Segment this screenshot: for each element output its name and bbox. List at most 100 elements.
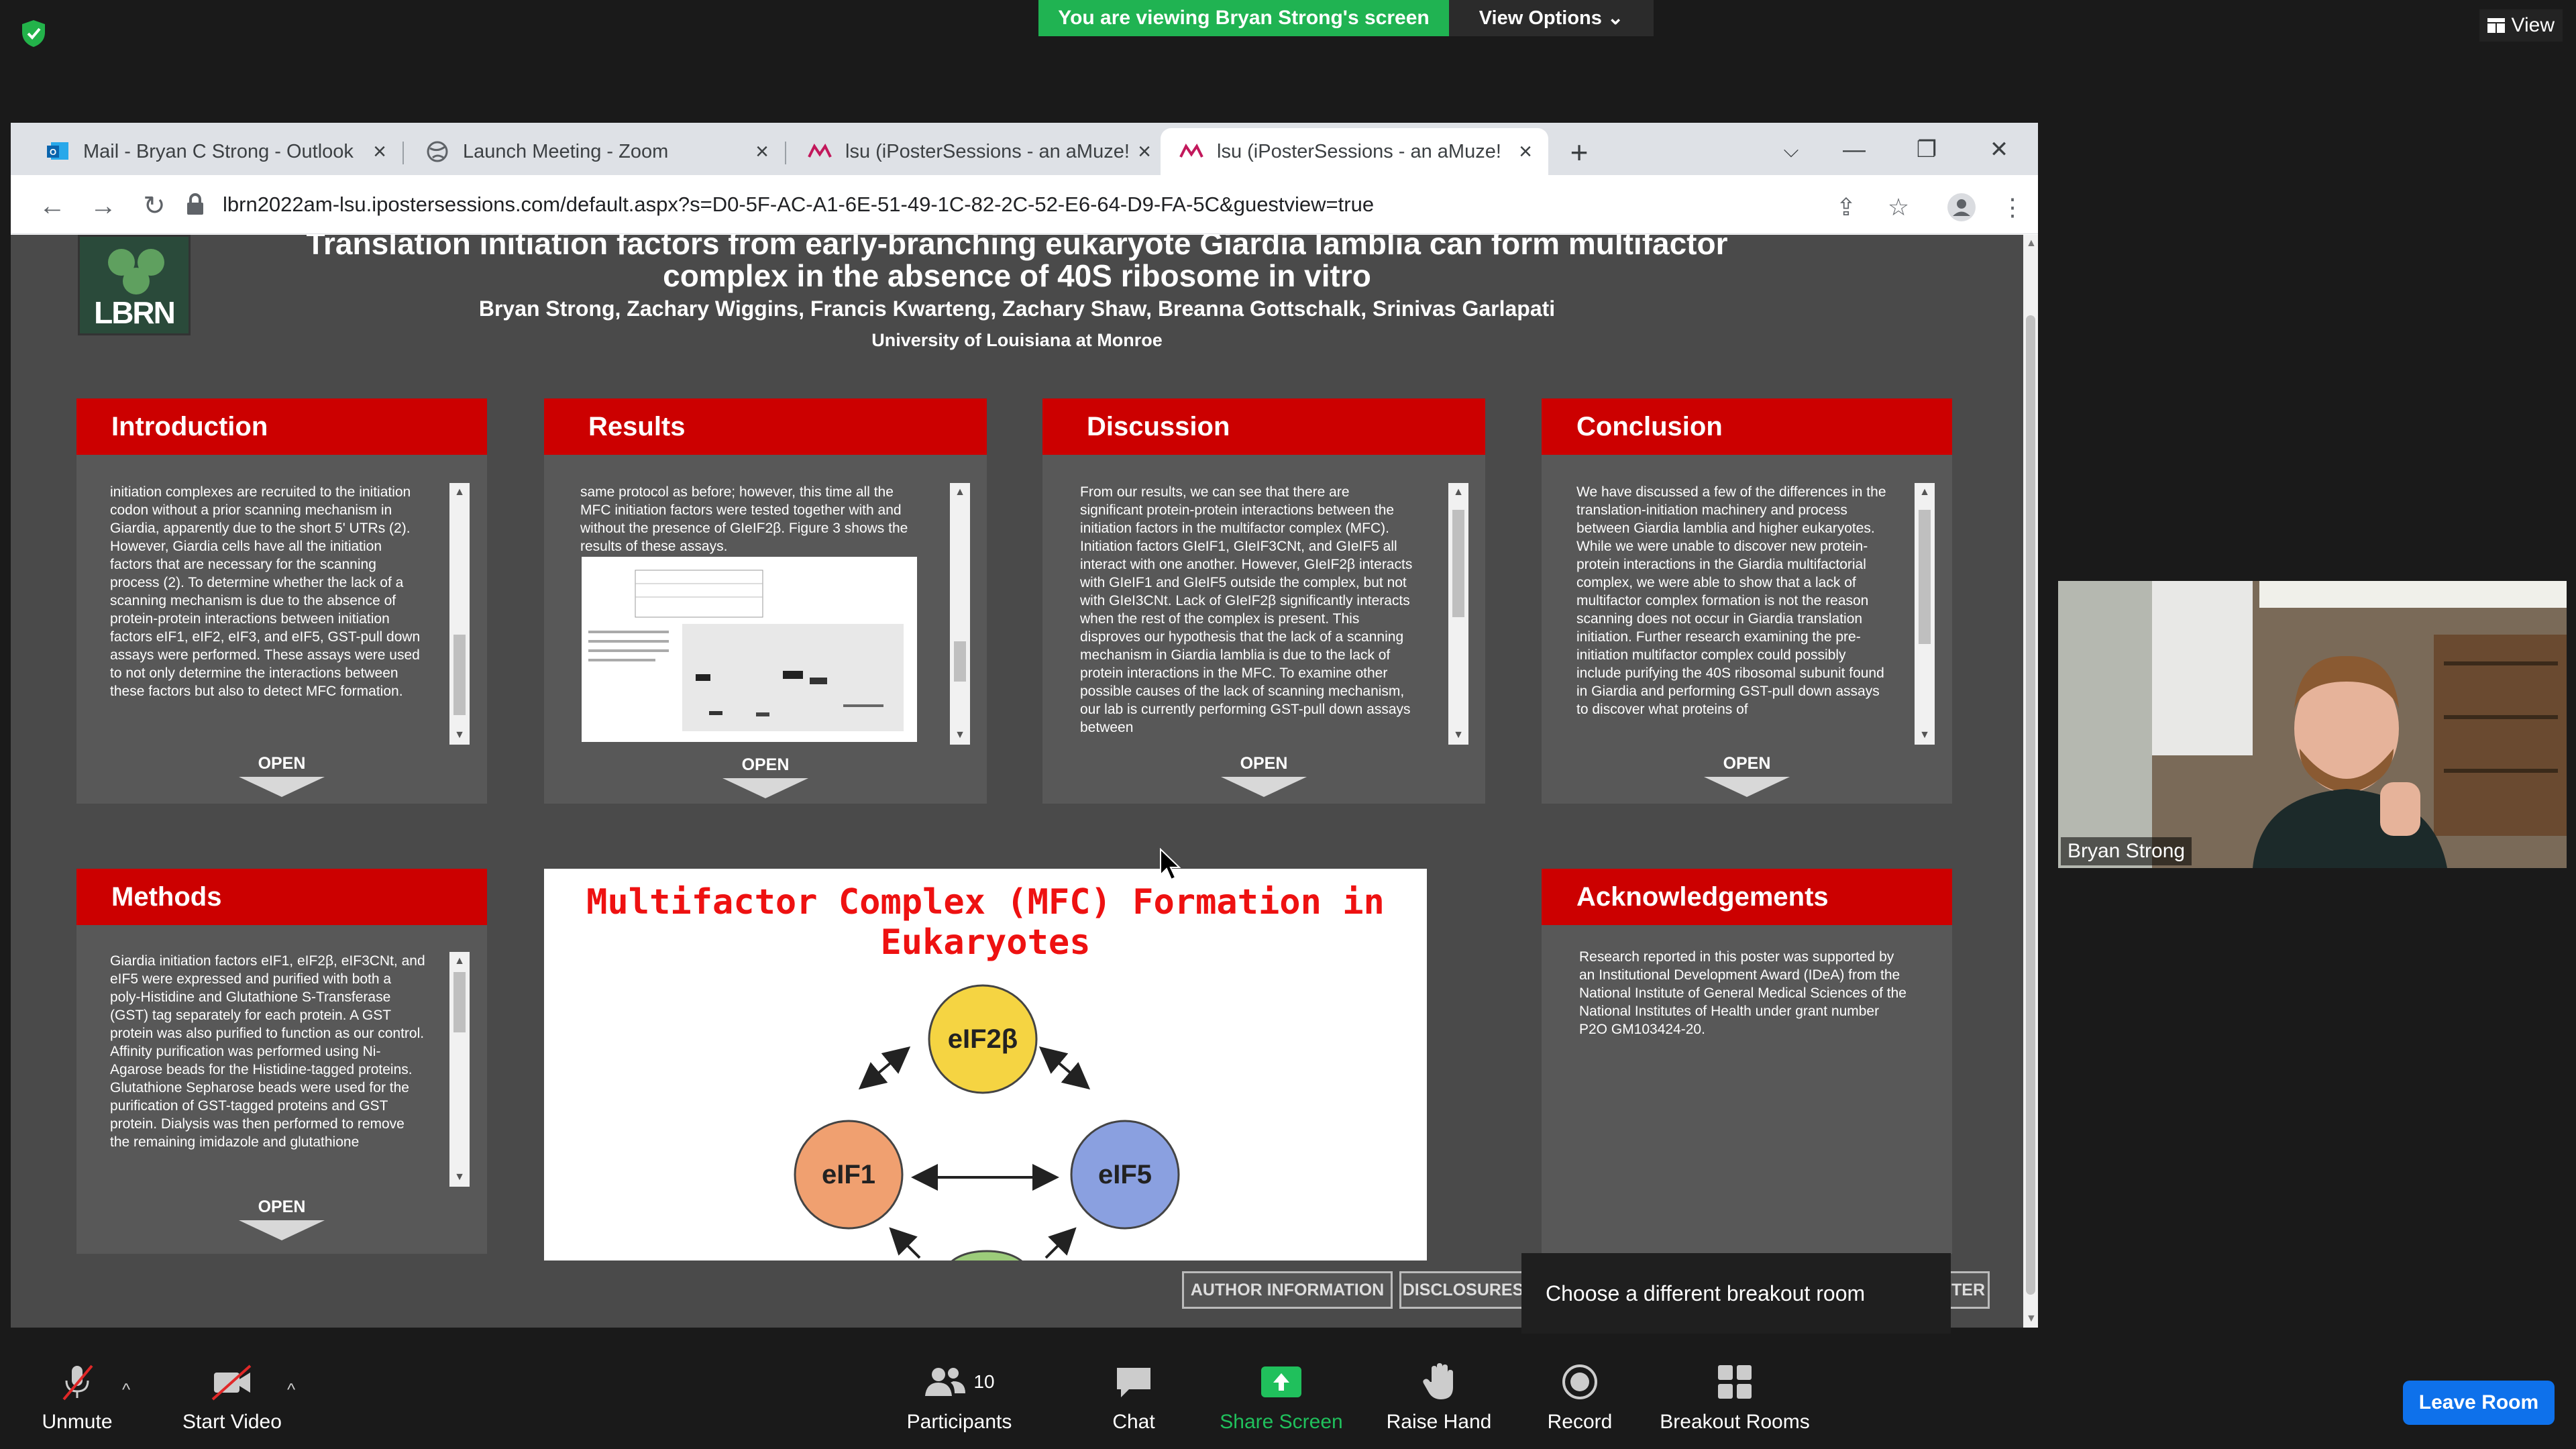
open-label[interactable]: OPEN <box>241 754 322 773</box>
mfc-diagram-panel[interactable]: Multifactor Complex (MFC) Formation in E… <box>544 869 1427 1260</box>
address-bar[interactable]: lbrn2022am-lsu.ipostersessions.com/defau… <box>185 183 1929 226</box>
close-tab-icon[interactable]: × <box>749 139 775 165</box>
breakout-rooms-icon <box>1718 1365 1752 1399</box>
introduction-scrollbar[interactable]: ▲ ▼ <box>449 483 470 745</box>
svg-text:O: O <box>50 147 56 157</box>
discussion-heading: Discussion <box>1042 398 1485 455</box>
discussion-scrollbar[interactable]: ▲ ▼ <box>1448 483 1468 745</box>
tab-title: Launch Meeting - Zoom <box>463 140 669 162</box>
open-label[interactable]: OPEN <box>725 755 806 775</box>
mouse-cursor-icon <box>1160 848 1181 881</box>
reload-icon[interactable]: ↻ <box>136 187 173 225</box>
url-text: lbrn2022am-lsu.ipostersessions.com/defau… <box>223 193 1375 216</box>
tab-title: lsu (iPosterSessions - an aMuze! <box>845 140 1130 162</box>
minimize-button[interactable]: — <box>1821 131 1888 168</box>
chat-label: Chat <box>1112 1411 1155 1433</box>
leave-room-button[interactable]: Leave Room <box>2403 1381 2555 1425</box>
unmute-label: Unmute <box>42 1411 113 1433</box>
participants-button[interactable]: 10 Participants <box>892 1355 1026 1449</box>
imuze-icon <box>808 140 832 164</box>
new-tab-button[interactable]: + <box>1562 135 1597 170</box>
results-scrollbar[interactable]: ▲ ▼ <box>950 483 970 745</box>
profile-avatar-icon[interactable] <box>1943 189 1980 226</box>
tab-search-chevron-icon[interactable]: ⌵ <box>1774 133 1809 168</box>
tab-title: Mail - Bryan C Strong - Outlook <box>83 140 354 162</box>
results-panel[interactable]: Results same protocol as before; however… <box>544 398 987 804</box>
share-screen-label: Share Screen <box>1220 1411 1343 1433</box>
raise-hand-button[interactable]: Raise Hand <box>1375 1355 1503 1449</box>
discussion-text: From our results, we can see that there … <box>1080 484 1413 735</box>
menu-kebab-icon[interactable]: ⋮ <box>1994 189 2031 226</box>
methods-scrollbar[interactable]: ▲ ▼ <box>449 952 470 1187</box>
audio-options-caret-icon[interactable]: ^ <box>122 1379 130 1400</box>
raise-hand-label: Raise Hand <box>1386 1411 1492 1433</box>
close-window-button[interactable]: ✕ <box>1966 131 2033 168</box>
restore-button[interactable]: ❐ <box>1893 131 1960 168</box>
open-arrow-icon[interactable] <box>722 778 808 798</box>
chat-button[interactable]: Chat <box>1080 1355 1187 1449</box>
breakout-rooms-button[interactable]: Breakout Rooms <box>1654 1355 1815 1449</box>
security-shield-icon[interactable] <box>20 19 47 48</box>
outlook-icon: O <box>46 140 70 164</box>
bookmark-star-icon[interactable]: ☆ <box>1880 189 1917 226</box>
tab-outlook[interactable]: O Mail - Bryan C Strong - Outlook × <box>27 128 402 175</box>
acknowledgements-panel[interactable]: Acknowledgements Research reported in th… <box>1542 869 1952 1254</box>
author-information-button[interactable]: AUTHOR INFORMATION <box>1182 1271 1393 1309</box>
close-tab-icon[interactable]: × <box>1512 139 1539 165</box>
start-video-label: Start Video <box>182 1411 282 1433</box>
close-tab-icon[interactable]: × <box>1131 139 1158 165</box>
view-label: View <box>2511 14 2555 36</box>
open-arrow-icon[interactable] <box>1221 777 1307 797</box>
introduction-panel[interactable]: Introduction initiation complexes are re… <box>76 398 487 804</box>
scroll-down-icon[interactable]: ▼ <box>2026 1313 2037 1325</box>
node-label-top: eIF2β <box>947 1024 1018 1054</box>
participants-icon <box>925 1368 966 1396</box>
record-label: Record <box>1547 1411 1613 1433</box>
methods-panel[interactable]: Methods Giardia initiation factors eIF1,… <box>76 869 487 1254</box>
view-options-button[interactable]: View Options ⌄ <box>1449 0 1654 36</box>
view-button[interactable]: View <box>2479 9 2563 42</box>
conclusion-text: We have discussed a few of the differenc… <box>1576 484 1886 717</box>
back-arrow-icon[interactable]: ← <box>34 187 71 225</box>
western-blot-figure <box>582 557 917 742</box>
node-label-right: eIF5 <box>1097 1160 1152 1189</box>
open-label[interactable]: OPEN <box>1224 754 1304 773</box>
open-label[interactable]: OPEN <box>1707 754 1787 773</box>
poster-nav-button-partial[interactable]: TER <box>1947 1271 1990 1309</box>
imuze-icon <box>1179 140 1203 164</box>
open-arrow-icon[interactable] <box>239 777 325 797</box>
conclusion-scrollbar[interactable]: ▲ ▼ <box>1915 483 1935 745</box>
page-scrollbar[interactable]: ▲ ▼ <box>2023 235 2038 1328</box>
results-heading: Results <box>544 398 987 455</box>
forward-arrow-icon[interactable]: → <box>85 187 122 225</box>
record-button[interactable]: Record <box>1529 1355 1630 1449</box>
unmute-button[interactable]: Unmute <box>27 1355 127 1449</box>
scroll-up-icon[interactable]: ▲ <box>2026 237 2037 250</box>
lock-icon <box>187 193 203 215</box>
tab-iposter-1[interactable]: lsu (iPosterSessions - an aMuze! × <box>789 128 1167 175</box>
discussion-panel[interactable]: Discussion From our results, we can see … <box>1042 398 1485 804</box>
video-frame <box>2058 581 2567 868</box>
tab-iposter-active[interactable]: lsu (iPosterSessions - an aMuze! × <box>1161 128 1548 175</box>
close-tab-icon[interactable]: × <box>366 139 393 165</box>
methods-text: Giardia initiation factors eIF1, eIF2β, … <box>110 953 425 1150</box>
share-page-icon[interactable]: ⇪ <box>1827 189 1865 226</box>
start-video-button[interactable]: Start Video <box>172 1355 292 1449</box>
tab-title: lsu (iPosterSessions - an aMuze! <box>1217 140 1501 162</box>
participants-label: Participants <box>906 1411 1012 1433</box>
tab-zoom-launch[interactable]: Launch Meeting - Zoom × <box>407 128 785 175</box>
participant-video[interactable]: Bryan Strong <box>2058 581 2567 868</box>
video-options-caret-icon[interactable]: ^ <box>287 1379 295 1400</box>
chevron-down-icon: ⌄ <box>1607 7 1624 29</box>
acknowledgements-heading: Acknowledgements <box>1542 869 1952 925</box>
open-arrow-icon[interactable] <box>239 1220 325 1240</box>
open-label[interactable]: OPEN <box>241 1197 322 1217</box>
share-screen-button[interactable]: Share Screen <box>1214 1355 1348 1449</box>
conclusion-panel[interactable]: Conclusion We have discussed a few of th… <box>1542 398 1952 804</box>
open-arrow-icon[interactable] <box>1704 777 1790 797</box>
disclosures-button[interactable]: DISCLOSURES <box>1399 1271 1527 1309</box>
introduction-text: initiation complexes are recruited to th… <box>110 484 421 699</box>
scroll-thumb[interactable] <box>2026 315 2035 1295</box>
poster-title-line-2: complex in the absence of 40S ribosome i… <box>663 258 1371 293</box>
muted-microphone-icon <box>62 1364 93 1401</box>
